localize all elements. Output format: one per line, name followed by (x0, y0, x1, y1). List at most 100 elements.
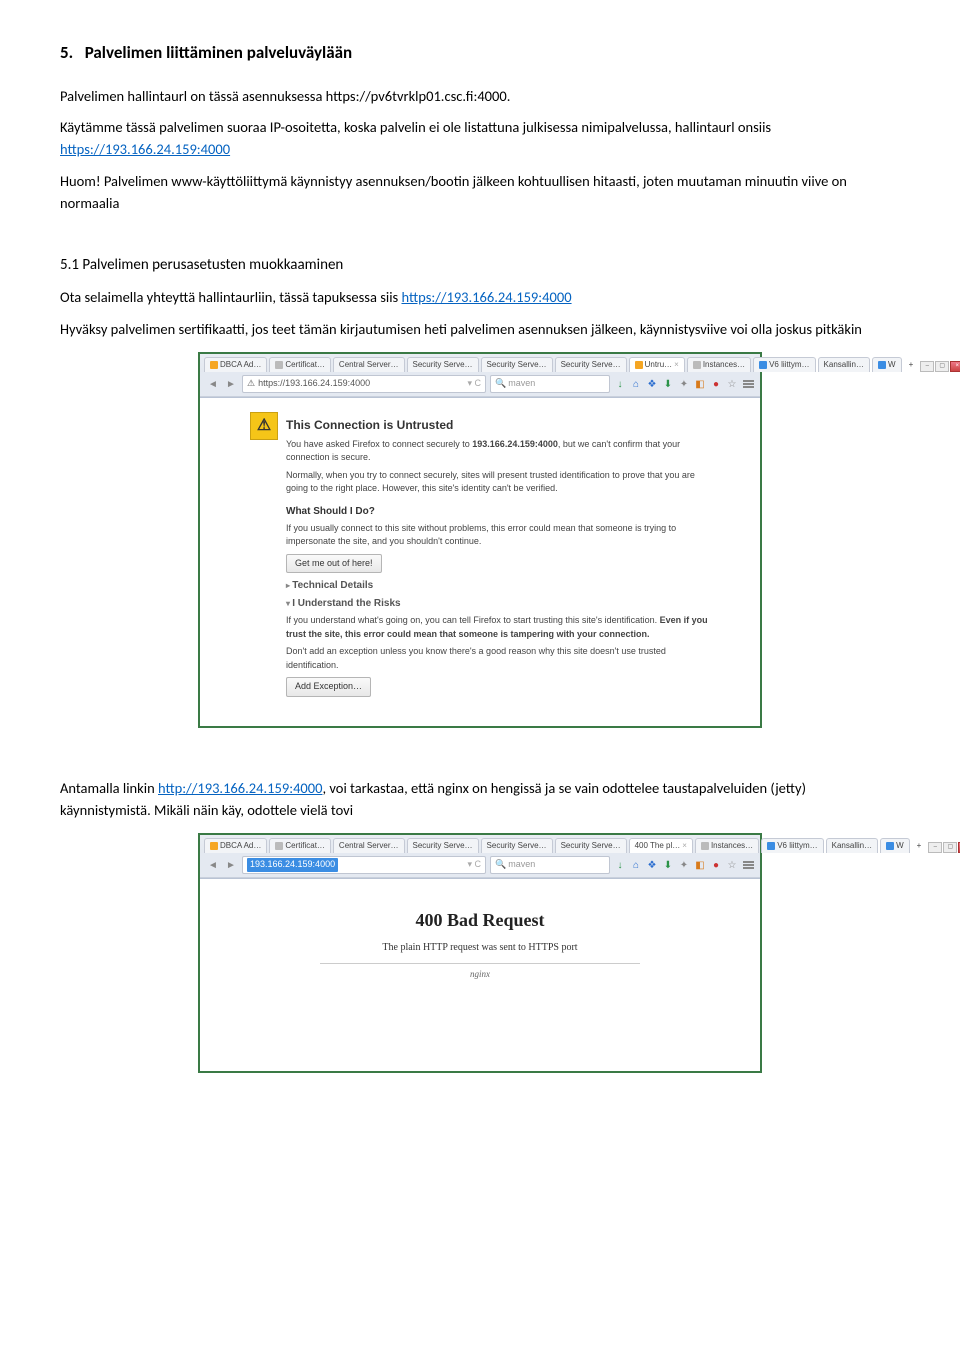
toolbar-icon[interactable]: ❖ (646, 859, 658, 871)
paragraph: Ota selaimella yhteyttä hallintaurliin, … (60, 287, 900, 309)
toolbar-icon[interactable]: ☆ (726, 378, 738, 390)
close-icon[interactable]: × (682, 840, 687, 852)
reload-icon[interactable]: ▾ C (467, 377, 481, 391)
tab-label: Security Serve… (561, 840, 621, 852)
download-icon[interactable]: ↓ (614, 378, 626, 390)
subsection-title: Palvelimen perusasetusten muokkaaminen (82, 256, 343, 274)
search-bar[interactable]: 🔍 maven (490, 375, 610, 393)
toolbar-icon[interactable]: ☆ (726, 859, 738, 871)
warning-text: Normally, when you try to connect secure… (286, 469, 710, 496)
warning-text: You have asked Firefox to connect secure… (286, 438, 710, 465)
tab[interactable]: Certificat… (269, 838, 331, 853)
toolbar-icon[interactable]: ● (710, 378, 722, 390)
tab-label: Certificat… (285, 840, 325, 852)
tab-label: Security Serve… (413, 840, 473, 852)
home-icon[interactable]: ⌂ (630, 378, 642, 390)
download-icon[interactable]: ↓ (614, 859, 626, 871)
new-tab-button[interactable]: + (912, 839, 927, 853)
tab[interactable]: W (880, 838, 910, 853)
toolbar-icon[interactable]: ✦ (678, 859, 690, 871)
page-content: 400 Bad Request The plain HTTP request w… (200, 879, 760, 1071)
warning-title: This Connection is Untrusted (286, 416, 710, 434)
tab[interactable]: V6 liittym… (761, 838, 823, 853)
window-controls: – ▢ × (920, 361, 960, 372)
maximize-button[interactable]: ▢ (943, 842, 957, 853)
toolbar-icon[interactable]: ✦ (678, 378, 690, 390)
toolbar-icon[interactable]: ⬇ (662, 859, 674, 871)
tab-label: W (888, 359, 896, 371)
get-me-out-button[interactable]: Get me out of here! (286, 554, 382, 574)
url-bar-row: ◄ ► ⚠ https://193.166.24.159:4000 ▾ C 🔍 … (200, 372, 760, 397)
tab[interactable]: Kansallin… (818, 357, 870, 372)
paragraph: Huom! Palvelimen www-käyttöliittymä käyn… (60, 171, 900, 215)
tab[interactable]: V6 liittym… (753, 357, 815, 372)
toolbar-icon[interactable]: ❖ (646, 378, 658, 390)
home-icon[interactable]: ⌂ (630, 859, 642, 871)
tab[interactable]: Security Serve… (555, 357, 627, 372)
understand-risks-disclosure[interactable]: I Understand the Risks (286, 596, 710, 611)
window-close-button[interactable]: × (950, 361, 960, 372)
page-content: ⚠ This Connection is Untrusted You have … (200, 398, 760, 726)
tab-label: Untru… (645, 359, 673, 371)
tab[interactable]: Security Serve… (407, 838, 479, 853)
back-button[interactable]: ◄ (206, 377, 220, 391)
screenshot-untrusted: DBCA Ad… Certificat… Central Server… Sec… (198, 352, 762, 728)
back-button[interactable]: ◄ (206, 858, 220, 872)
maximize-button[interactable]: ▢ (935, 361, 949, 372)
tab[interactable]: Certificat… (269, 357, 331, 372)
warning-icon: ⚠ (250, 412, 278, 440)
tab[interactable]: Security Serve… (407, 357, 479, 372)
warning-subheading: What Should I Do? (286, 504, 710, 519)
minimize-button[interactable]: – (928, 842, 942, 853)
tab[interactable]: Instances… (687, 357, 751, 372)
forward-button[interactable]: ► (224, 377, 238, 391)
search-bar[interactable]: 🔍 maven (490, 856, 610, 874)
tab[interactable]: Central Server… (333, 357, 405, 372)
hallintaurl-link[interactable]: https://193.166.24.159:4000 (60, 140, 230, 158)
tab[interactable]: DBCA Ad… (204, 357, 267, 372)
http-link[interactable]: http://193.166.24.159:4000 (158, 779, 322, 797)
toolbar-icon[interactable]: ◧ (694, 859, 706, 871)
tab[interactable]: Kansallin… (826, 838, 878, 853)
hamburger-menu-icon[interactable] (742, 378, 754, 390)
tab-label: Certificat… (285, 359, 325, 371)
toolbar-icon[interactable]: ◧ (694, 378, 706, 390)
hamburger-menu-icon[interactable] (742, 859, 754, 871)
tab[interactable]: Instances… (695, 838, 759, 853)
paragraph: Käytämme tässä palvelimen suoraa IP-osoi… (60, 117, 900, 161)
minimize-button[interactable]: – (920, 361, 934, 372)
tab-active[interactable]: Untru…× (629, 357, 685, 372)
tab-label: V6 liittym… (769, 359, 809, 371)
hallintaurl-link-2[interactable]: https://193.166.24.159:4000 (401, 288, 571, 306)
reload-icon[interactable]: ▾ C (467, 858, 481, 872)
add-exception-button[interactable]: Add Exception… (286, 677, 371, 697)
tab-label: Central Server… (339, 840, 399, 852)
error-title: 400 Bad Request (250, 907, 710, 934)
warning-text: Don't add an exception unless you know t… (286, 645, 710, 672)
subsection-heading: 5.1 Palvelimen perusasetusten muokkaamin… (60, 254, 900, 277)
technical-details-disclosure[interactable]: Technical Details (286, 578, 710, 593)
tab-active[interactable]: 400 The pl…× (629, 838, 693, 853)
toolbar-icon[interactable]: ⬇ (662, 378, 674, 390)
url-bar-row: ◄ ► 193.166.24.159:4000 ▾ C 🔍 maven ↓ ⌂ … (200, 853, 760, 878)
tab-label: Kansallin… (832, 840, 872, 852)
tab-label: Security Serve… (487, 359, 547, 371)
address-bar[interactable]: ⚠ https://193.166.24.159:4000 ▾ C (242, 375, 486, 393)
toolbar-icon[interactable]: ● (710, 859, 722, 871)
text: Antamalla linkin (60, 779, 158, 797)
address-bar[interactable]: 193.166.24.159:4000 ▾ C (242, 856, 486, 874)
tab[interactable]: W (872, 357, 902, 372)
close-icon[interactable]: × (674, 359, 679, 371)
search-icon: 🔍 (495, 377, 506, 391)
paragraph: Palvelimen hallintaurl on tässä asennuks… (60, 86, 900, 108)
tab[interactable]: Security Serve… (481, 838, 553, 853)
tab[interactable]: Central Server… (333, 838, 405, 853)
tab[interactable]: DBCA Ad… (204, 838, 267, 853)
error-message: The plain HTTP request was sent to HTTPS… (250, 940, 710, 955)
forward-button[interactable]: ► (224, 858, 238, 872)
search-icon: 🔍 (495, 858, 506, 872)
tab-label: V6 liittym… (777, 840, 817, 852)
tab[interactable]: Security Serve… (555, 838, 627, 853)
tab[interactable]: Security Serve… (481, 357, 553, 372)
new-tab-button[interactable]: + (904, 358, 919, 372)
